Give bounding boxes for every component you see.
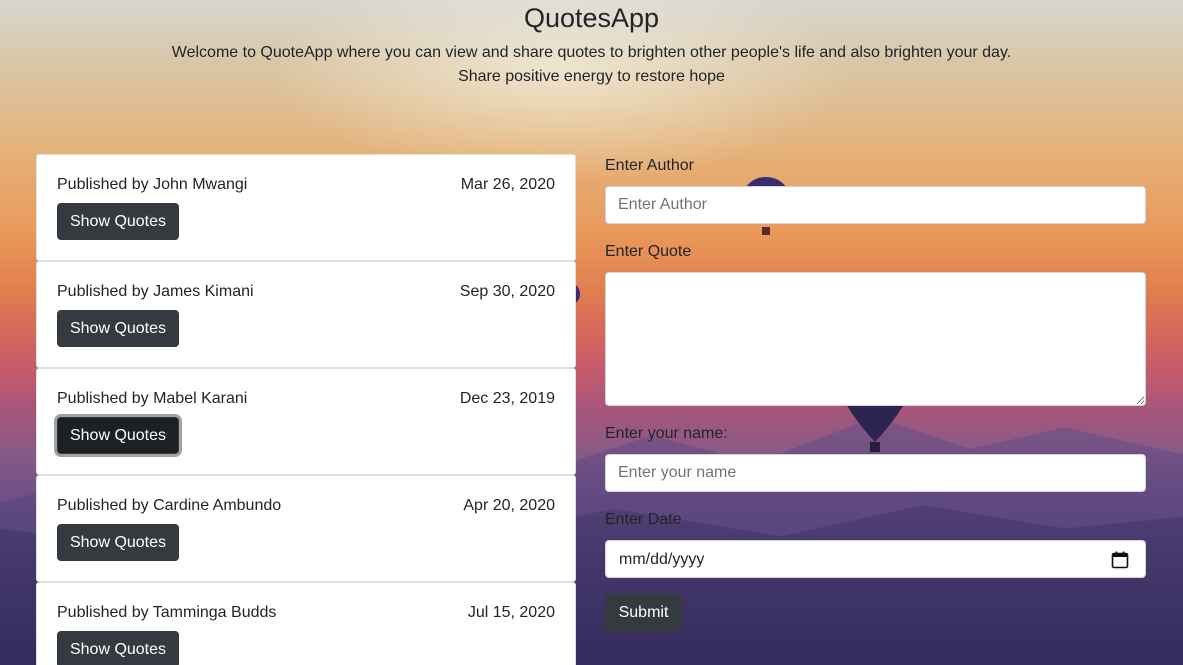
show-quotes-button[interactable]: Show Quotes [57, 310, 179, 347]
quote-card: Published by Cardine Ambundo Apr 20, 202… [36, 475, 576, 582]
welcome-text: Welcome to QuoteApp where you can view a… [171, 44, 1012, 61]
tagline-text: Share positive energy to restore hope [458, 68, 725, 85]
author-input[interactable] [605, 186, 1146, 224]
date-input[interactable]: mm/dd/yyyy [605, 540, 1146, 578]
show-quotes-button[interactable]: Show Quotes [57, 417, 179, 454]
quote-label: Enter Quote [605, 243, 692, 260]
quote-textarea[interactable] [605, 272, 1146, 406]
quote-author: Published by Tamminga Budds [57, 604, 277, 621]
submit-button[interactable]: Submit [605, 594, 682, 632]
name-input[interactable] [605, 454, 1146, 492]
quote-date: Mar 26, 2020 [460, 176, 555, 193]
app-title: QuotesApp [523, 3, 660, 33]
quote-card: Published by Tamminga Budds Jul 15, 2020… [36, 582, 576, 665]
date-label: Enter Date [605, 511, 682, 528]
calendar-icon[interactable] [1111, 551, 1129, 569]
show-quotes-button[interactable]: Show Quotes [57, 203, 179, 240]
quote-date: Jul 15, 2020 [467, 604, 555, 621]
name-label: Enter your name: [605, 425, 728, 442]
quote-author: Published by James Kimani [57, 283, 254, 300]
quote-date: Apr 20, 2020 [463, 497, 555, 514]
quote-card: Published by Mabel Karani Dec 23, 2019 S… [36, 368, 576, 475]
show-quotes-button[interactable]: Show Quotes [57, 524, 179, 561]
date-placeholder: mm/dd/yyyy [619, 551, 705, 568]
quote-card: Published by John Mwangi Mar 26, 2020 Sh… [36, 154, 576, 261]
show-quotes-button[interactable]: Show Quotes [57, 631, 179, 665]
author-label: Enter Author [605, 157, 694, 174]
quote-date: Dec 23, 2019 [459, 390, 555, 407]
quote-date: Sep 30, 2020 [459, 283, 555, 300]
quote-author: Published by Mabel Karani [57, 390, 248, 407]
quote-author: Published by Cardine Ambundo [57, 497, 282, 514]
quote-author: Published by John Mwangi [57, 176, 248, 193]
quote-card: Published by James Kimani Sep 30, 2020 S… [36, 261, 576, 368]
